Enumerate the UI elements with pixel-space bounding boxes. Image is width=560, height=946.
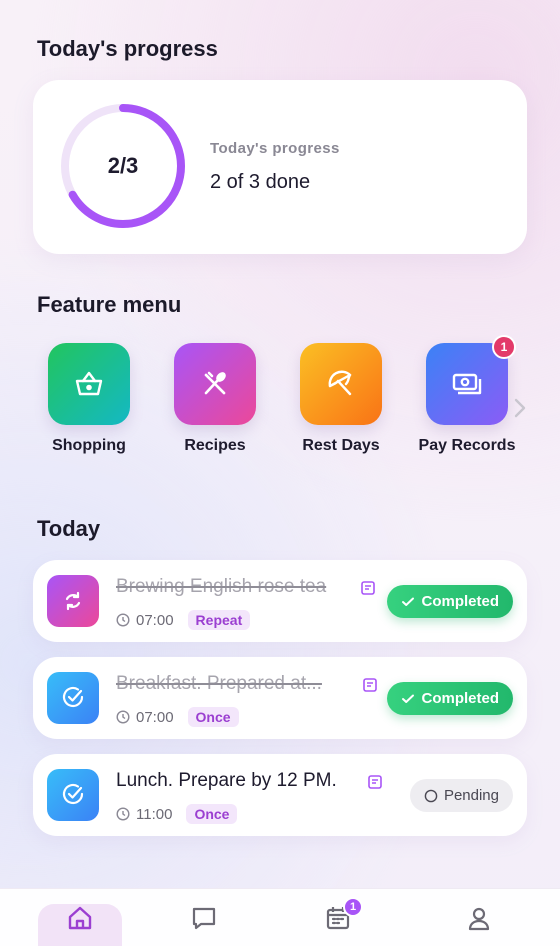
task-card[interactable]: Lunch. Prepare by 12 PM. 11:00 Once Pend…: [33, 754, 527, 836]
task-time: 11:00: [136, 805, 173, 823]
feature-label: Pay Records: [418, 437, 516, 454]
feature-recipes[interactable]: Recipes: [160, 343, 270, 455]
feature-label: Shopping: [52, 437, 126, 454]
check-icon: [402, 597, 415, 606]
task-title: Lunch. Prepare by 12 PM.: [116, 770, 337, 791]
clock-icon: [116, 613, 130, 627]
status-badge[interactable]: Pending: [409, 779, 513, 812]
progress-value: 2 of 3 done: [210, 171, 311, 193]
task-title: Brewing English rose tea: [116, 576, 327, 597]
note-icon: [362, 677, 378, 698]
feature-label: Recipes: [184, 437, 246, 454]
progress-ring-text: 2/3: [107, 153, 139, 178]
today-section-title: Today: [37, 516, 101, 541]
nav-calendar[interactable]: 1: [296, 897, 380, 946]
task-tag: Repeat: [187, 610, 251, 630]
status-text: Pending: [443, 787, 499, 804]
feature-shopping[interactable]: Shopping: [34, 343, 144, 455]
task-time-row: 07:00 Once: [116, 707, 239, 727]
status-text: Completed: [421, 690, 499, 707]
task-time-row: 07:00 Repeat: [116, 610, 251, 630]
feature-rest-days[interactable]: Rest Days: [286, 343, 396, 455]
basket-icon: [48, 343, 130, 425]
check-icon: [402, 694, 415, 703]
task-time: 07:00: [136, 611, 174, 629]
task-time-row: 11:00 Once: [116, 804, 238, 824]
progress-label: Today's progress: [210, 140, 340, 157]
feature-pay-records[interactable]: 1 Pay Records: [412, 335, 522, 455]
clock-icon: [116, 807, 130, 821]
task-card[interactable]: Breakfast. Prepared at... 07:00 Once Com…: [33, 657, 527, 739]
task-tag: Once: [186, 804, 238, 824]
fork-spoon-icon: [174, 343, 256, 425]
umbrella-icon: [300, 343, 382, 425]
clock-icon: [116, 710, 130, 724]
home-icon: [68, 906, 92, 930]
nav-home[interactable]: [38, 904, 122, 946]
check-circle-icon: [47, 672, 99, 724]
status-badge[interactable]: Completed: [387, 585, 513, 618]
status-badge[interactable]: Completed: [387, 682, 513, 715]
progress-card: 2/3 Today's progress 2 of 3 done: [33, 80, 527, 254]
note-icon: [360, 580, 376, 601]
progress-section-title: Today's progress: [37, 36, 218, 61]
task-title: Breakfast. Prepared at...: [116, 673, 322, 694]
pay-records-badge: 1: [492, 335, 516, 359]
profile-icon: [468, 907, 490, 931]
repeat-icon: [47, 575, 99, 627]
nav-messages[interactable]: [162, 904, 246, 946]
note-icon: [367, 774, 383, 795]
bottom-navigation: 1: [0, 888, 560, 946]
money-icon: 1: [426, 335, 516, 425]
chevron-right-icon[interactable]: [512, 396, 528, 425]
check-circle-icon: [47, 769, 99, 821]
status-text: Completed: [421, 593, 499, 610]
nav-profile[interactable]: [437, 904, 521, 946]
pending-circle-icon: [424, 789, 438, 802]
feature-menu-title: Feature menu: [37, 292, 182, 317]
feature-label: Rest Days: [302, 437, 380, 454]
task-tag: Once: [187, 707, 239, 727]
calendar-badge: 1: [343, 897, 363, 917]
chat-icon: [192, 907, 216, 930]
task-card[interactable]: Brewing English rose tea 07:00 Repeat Co…: [33, 560, 527, 642]
task-time: 07:00: [136, 708, 174, 726]
